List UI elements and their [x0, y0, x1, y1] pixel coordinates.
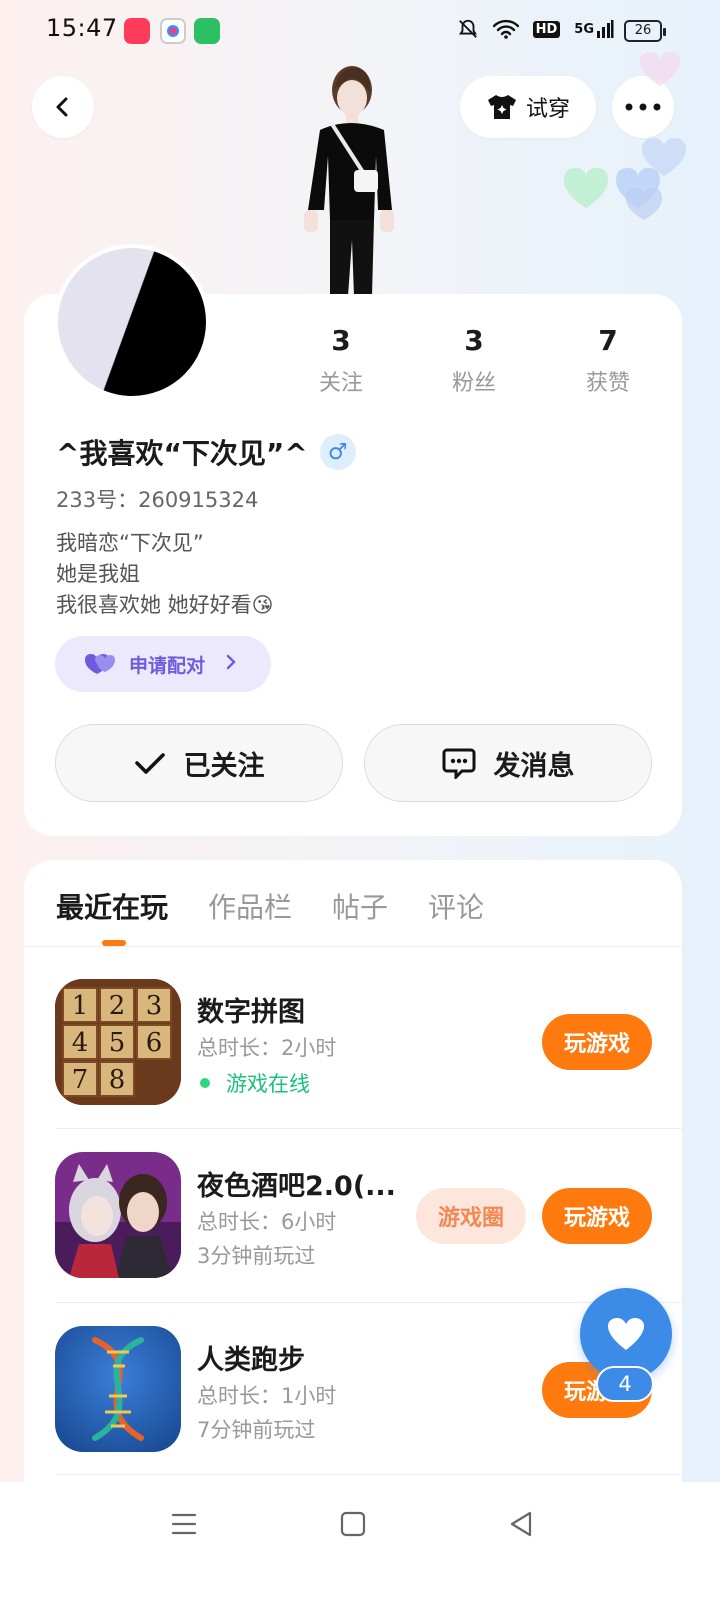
- send-message-label: 发消息: [493, 750, 575, 782]
- puzzle-tile: 5: [109, 1028, 126, 1058]
- tab-recent-play[interactable]: 最近在玩: [56, 886, 168, 926]
- game-online-status: 游戏在线: [197, 1068, 310, 1098]
- game-duration: 总时长：6小时: [197, 1210, 337, 1234]
- mute-bell-icon: [458, 19, 477, 38]
- status-time: 15:47: [46, 14, 118, 42]
- stat-likes[interactable]: 7 获赞: [558, 324, 658, 397]
- divider: [56, 1474, 682, 1475]
- puzzle-tile: 7: [72, 1065, 89, 1095]
- game-icon-number-puzzle: 1 2 3 4 5 6 7 8: [55, 979, 181, 1105]
- chat-bubble-icon: [442, 748, 475, 779]
- double-heart-icon: [85, 654, 115, 674]
- game-title: 人类跑步: [197, 1345, 305, 1376]
- tab-comments[interactable]: 评论: [428, 886, 484, 926]
- game-status-text: 游戏在线: [226, 1072, 310, 1096]
- bio-line: 她是我姐: [56, 562, 140, 586]
- play-game-button[interactable]: 玩游戏: [542, 1188, 652, 1244]
- profile-nickname: ^我喜欢“下次见”^ ♂: [56, 432, 356, 472]
- back-nav-icon[interactable]: [508, 1510, 534, 1538]
- user-id-label: 233号：: [56, 488, 139, 512]
- bio-line: 我很喜欢她 她好好看😘: [56, 593, 274, 617]
- heart-icon: [608, 1318, 644, 1350]
- like-count-badge: 4: [596, 1366, 654, 1402]
- character-figure: [304, 66, 394, 296]
- followed-button[interactable]: 已关注: [55, 724, 343, 802]
- tab-posts[interactable]: 帖子: [332, 886, 388, 926]
- tshirt-icon: [487, 95, 516, 119]
- user-id-value: 260915324: [138, 488, 259, 512]
- puzzle-tile: 3: [146, 991, 163, 1021]
- avatar[interactable]: [54, 244, 210, 400]
- game-duration: 总时长：1小时: [197, 1384, 337, 1408]
- game-icon-human-run: [55, 1326, 181, 1452]
- game-row[interactable]: 夜色酒吧2.0(... 总时长：6小时 3分钟前玩过 游戏圈 玩游戏: [24, 1134, 682, 1306]
- signal-icon: [597, 20, 614, 38]
- checkmark-icon: [134, 753, 165, 774]
- app-notification-icon: [194, 18, 220, 44]
- stat-label: 关注: [318, 371, 363, 396]
- nickname-text: ^我喜欢“下次见”^: [56, 437, 308, 470]
- puzzle-tile: 8: [109, 1065, 126, 1095]
- game-last-played: 3分钟前玩过: [197, 1244, 316, 1268]
- bio-line: 我暗恋“下次见”: [56, 531, 204, 555]
- followed-label: 已关注: [183, 750, 265, 782]
- game-row[interactable]: 1 2 3 4 5 6 7 8 数字拼图 总时长：2小时 游戏在线 玩游戏: [24, 960, 682, 1132]
- divider: [24, 946, 682, 947]
- profile-bio: 我暗恋“下次见” 她是我姐 我很喜欢她 她好好看😘: [56, 528, 274, 621]
- game-last-played: 7分钟前玩过: [197, 1418, 316, 1442]
- user-id[interactable]: 233号：260915324: [56, 484, 258, 514]
- puzzle-tile: 4: [72, 1028, 89, 1058]
- wifi-icon: [492, 19, 519, 39]
- game-title: 数字拼图: [197, 997, 305, 1028]
- stat-value: 3: [331, 324, 351, 357]
- apply-pair-button[interactable]: 申请配对: [55, 636, 271, 692]
- game-circle-button[interactable]: 游戏圈: [416, 1188, 526, 1244]
- network-type: 5G: [574, 21, 594, 37]
- game-title: 夜色酒吧2.0(...: [197, 1171, 396, 1202]
- apply-pair-label: 申请配对: [129, 654, 206, 677]
- back-button[interactable]: [32, 76, 94, 138]
- floating-hearts-decoration: [564, 52, 686, 220]
- stat-value: 3: [464, 324, 484, 357]
- puzzle-tile: 1: [72, 991, 89, 1021]
- online-dot-icon: [200, 1078, 210, 1088]
- stat-followers[interactable]: 3 粉丝: [424, 324, 524, 397]
- stat-following[interactable]: 3 关注: [291, 324, 391, 397]
- home-nav-icon[interactable]: [340, 1510, 366, 1538]
- divider: [56, 1128, 682, 1129]
- app-notification-icon: [160, 18, 186, 44]
- chevron-right-icon: [225, 653, 237, 675]
- battery-indicator: 26: [624, 20, 666, 42]
- game-icon-night-bar: [55, 1152, 181, 1278]
- male-gender-icon: ♂: [319, 434, 356, 470]
- stat-value: 7: [598, 324, 618, 357]
- status-icons: HD 5G: [457, 18, 614, 40]
- system-nav-bar: [0, 1482, 720, 1600]
- menu-nav-icon[interactable]: [170, 1510, 198, 1538]
- profile-tabs: 最近在玩 作品栏 帖子 评论: [56, 886, 484, 926]
- app-notification-icon: [124, 18, 150, 44]
- play-game-button[interactable]: 玩游戏: [542, 1014, 652, 1070]
- puzzle-tile: 6: [146, 1028, 163, 1058]
- stat-label: 获赞: [585, 371, 630, 396]
- puzzle-tile: 2: [109, 991, 126, 1021]
- tab-works[interactable]: 作品栏: [208, 886, 292, 926]
- game-duration: 总时长：2小时: [197, 1036, 337, 1060]
- stat-label: 粉丝: [451, 371, 496, 396]
- chevron-left-icon: [56, 97, 68, 117]
- send-message-button[interactable]: 发消息: [364, 724, 652, 802]
- divider: [56, 1302, 682, 1303]
- hd-badge: HD: [532, 20, 561, 38]
